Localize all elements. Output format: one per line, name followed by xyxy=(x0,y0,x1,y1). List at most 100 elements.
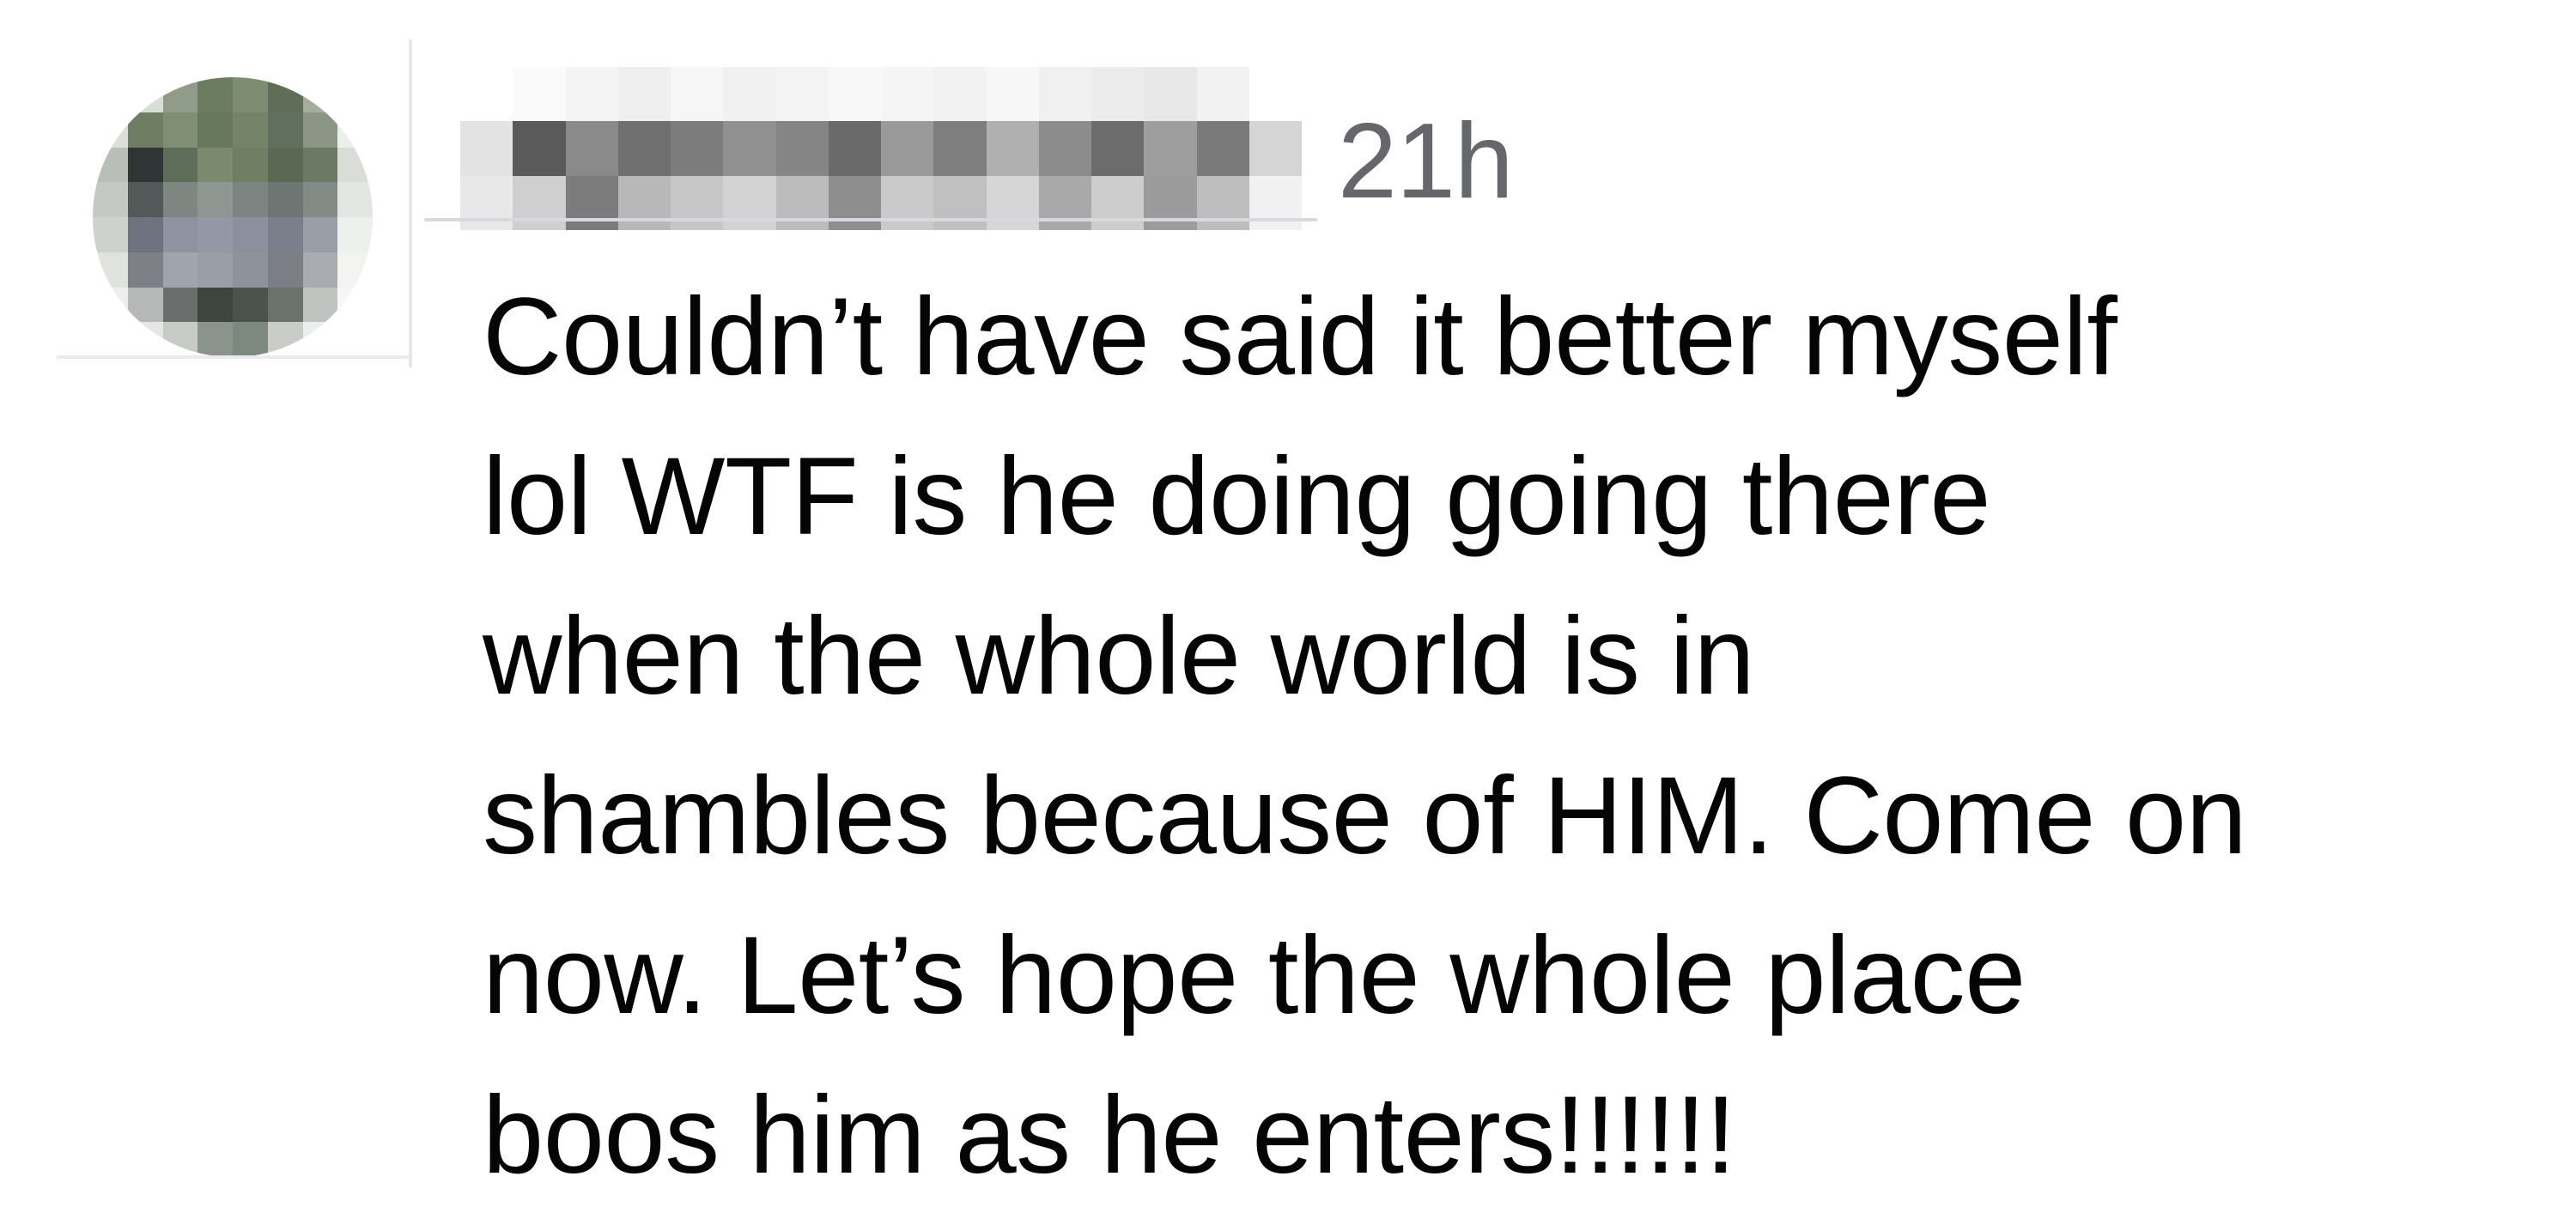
username-pixel xyxy=(775,121,829,176)
avatar-pixel xyxy=(127,147,163,183)
avatar-pixel xyxy=(233,252,268,288)
avatar-pixel xyxy=(267,112,303,148)
username-pixel xyxy=(617,67,671,122)
avatar-pixel xyxy=(162,287,198,323)
avatar-pixel xyxy=(267,77,303,112)
avatar-pixel xyxy=(127,217,163,252)
avatar-pixel xyxy=(197,322,233,357)
avatar-pixel xyxy=(197,112,233,148)
username-pixel xyxy=(1249,67,1302,122)
avatar-pixel xyxy=(127,112,163,148)
avatar-pixel xyxy=(197,147,233,183)
avatar-pixel xyxy=(302,217,338,252)
avatar-pixel xyxy=(267,252,303,288)
avatar-pixel xyxy=(337,77,373,112)
avatar-pixel xyxy=(337,252,373,288)
avatar-pixel xyxy=(267,287,303,323)
username-pixel xyxy=(460,121,513,176)
avatar-pixel xyxy=(127,322,163,357)
avatar-pixel xyxy=(162,147,198,183)
avatar-pixel xyxy=(267,322,303,357)
username-pixel xyxy=(1196,67,1249,122)
username-pixel xyxy=(1196,121,1249,176)
username-pixel xyxy=(881,67,934,122)
avatar-pixel xyxy=(337,217,373,252)
avatar-pixel xyxy=(233,147,268,183)
username-pixel xyxy=(933,175,987,230)
comment-text-line: Couldn’t have said it better myself xyxy=(483,276,2117,398)
username-underline xyxy=(424,218,1317,221)
avatar-pixel xyxy=(127,77,163,112)
avatar-pixel xyxy=(93,322,128,357)
avatar[interactable] xyxy=(93,77,373,357)
avatar-pixel xyxy=(233,77,268,112)
avatar-pixel xyxy=(233,182,268,217)
avatar-pixel xyxy=(162,322,198,357)
username-pixel xyxy=(513,67,566,122)
avatar-pixel xyxy=(197,217,233,252)
avatar-underline xyxy=(57,355,409,359)
username-pixel xyxy=(775,175,829,230)
avatar-pixel xyxy=(337,147,373,183)
avatar-pixel xyxy=(93,182,128,217)
avatar-pixel xyxy=(93,77,128,112)
username-pixel xyxy=(986,175,1039,230)
username-pixel xyxy=(565,67,618,122)
username-pixel xyxy=(723,121,776,176)
avatar-pixel xyxy=(93,252,128,288)
avatar-pixel xyxy=(302,322,338,357)
username-pixel xyxy=(723,67,776,122)
avatar-pixel xyxy=(337,182,373,217)
avatar-pixel xyxy=(127,252,163,288)
username-pixel xyxy=(828,121,881,176)
username-pixel xyxy=(1091,175,1145,230)
avatar-pixel xyxy=(302,252,338,288)
avatar-pixel xyxy=(302,182,338,217)
avatar-pixel xyxy=(302,147,338,183)
username-pixel xyxy=(1038,175,1091,230)
avatar-pixel xyxy=(162,217,198,252)
username-pixel xyxy=(671,67,724,122)
username-pixel xyxy=(986,121,1039,176)
username-pixel xyxy=(881,175,934,230)
username-pixel xyxy=(1144,67,1197,122)
comment-text-line: lol WTF is he doing going there xyxy=(483,435,1991,558)
avatar-pixel xyxy=(302,77,338,112)
avatar-pixel xyxy=(337,322,373,357)
username-pixel xyxy=(671,175,724,230)
avatar-pixel xyxy=(302,112,338,148)
avatar-pixel xyxy=(197,77,233,112)
avatar-pixel xyxy=(337,112,373,148)
avatar-pixel xyxy=(302,287,338,323)
username-pixel xyxy=(565,121,618,176)
avatar-pixel xyxy=(93,217,128,252)
username-pixel xyxy=(881,121,934,176)
avatar-pixel xyxy=(162,77,198,112)
username-pixel xyxy=(1091,121,1145,176)
avatar-pixel xyxy=(93,147,128,183)
comment-timestamp[interactable]: 21h xyxy=(1338,108,1514,215)
avatar-pixel xyxy=(197,182,233,217)
username-pixel xyxy=(1196,175,1249,230)
avatar-pixel xyxy=(233,217,268,252)
comment-text-line: when the whole world is in xyxy=(483,595,1755,718)
username-pixel xyxy=(775,67,829,122)
username-pixel xyxy=(513,175,566,230)
avatar-pixel xyxy=(233,322,268,357)
avatar-pixel xyxy=(233,287,268,323)
username-pixel xyxy=(1144,175,1197,230)
avatar-pixel xyxy=(93,287,128,323)
comment-text: Couldn’t have said it better myself lol … xyxy=(483,258,2561,1216)
username-pixel xyxy=(565,175,618,230)
redacted-username[interactable] xyxy=(460,67,1302,230)
username-pixel xyxy=(986,67,1039,122)
avatar-pixel xyxy=(162,182,198,217)
username-pixel xyxy=(723,175,776,230)
username-pixel xyxy=(1249,121,1302,176)
username-pixel xyxy=(460,67,513,122)
username-pixel xyxy=(933,67,987,122)
avatar-pixel xyxy=(337,287,373,323)
avatar-pixel xyxy=(93,112,128,148)
username-pixel xyxy=(513,121,566,176)
avatar-pixel xyxy=(197,287,233,323)
